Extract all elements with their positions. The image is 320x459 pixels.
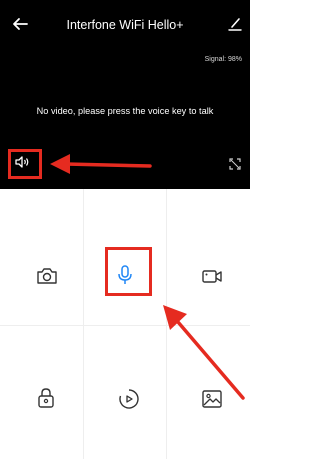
camera-icon [37, 268, 57, 284]
page-title: Interfone WiFi Hello+ [66, 18, 184, 32]
signal-strength: Signal: 98% [204, 56, 242, 63]
grid-divider [166, 189, 167, 459]
snapshot-button[interactable] [35, 264, 59, 288]
annotation-highlight-speaker [8, 149, 42, 179]
expand-icon [229, 158, 241, 170]
header-bar: Interfone WiFi Hello+ [0, 14, 250, 36]
gallery-button[interactable] [200, 387, 224, 411]
video-camera-icon [202, 270, 222, 283]
fullscreen-button[interactable] [229, 157, 241, 170]
grid-divider [0, 325, 250, 326]
image-icon [202, 390, 222, 408]
no-video-message: No video, please press the voice key to … [36, 106, 214, 116]
padlock-icon [38, 388, 54, 408]
grid-divider [83, 189, 84, 459]
annotation-arrow-microphone [163, 305, 245, 400]
playback-button[interactable] [117, 387, 141, 411]
record-button[interactable] [200, 264, 224, 288]
unlock-button[interactable] [34, 386, 58, 410]
edit-button[interactable] [226, 14, 244, 34]
playback-icon [119, 389, 139, 409]
pencil-icon [228, 18, 242, 31]
annotation-highlight-microphone [105, 247, 152, 296]
